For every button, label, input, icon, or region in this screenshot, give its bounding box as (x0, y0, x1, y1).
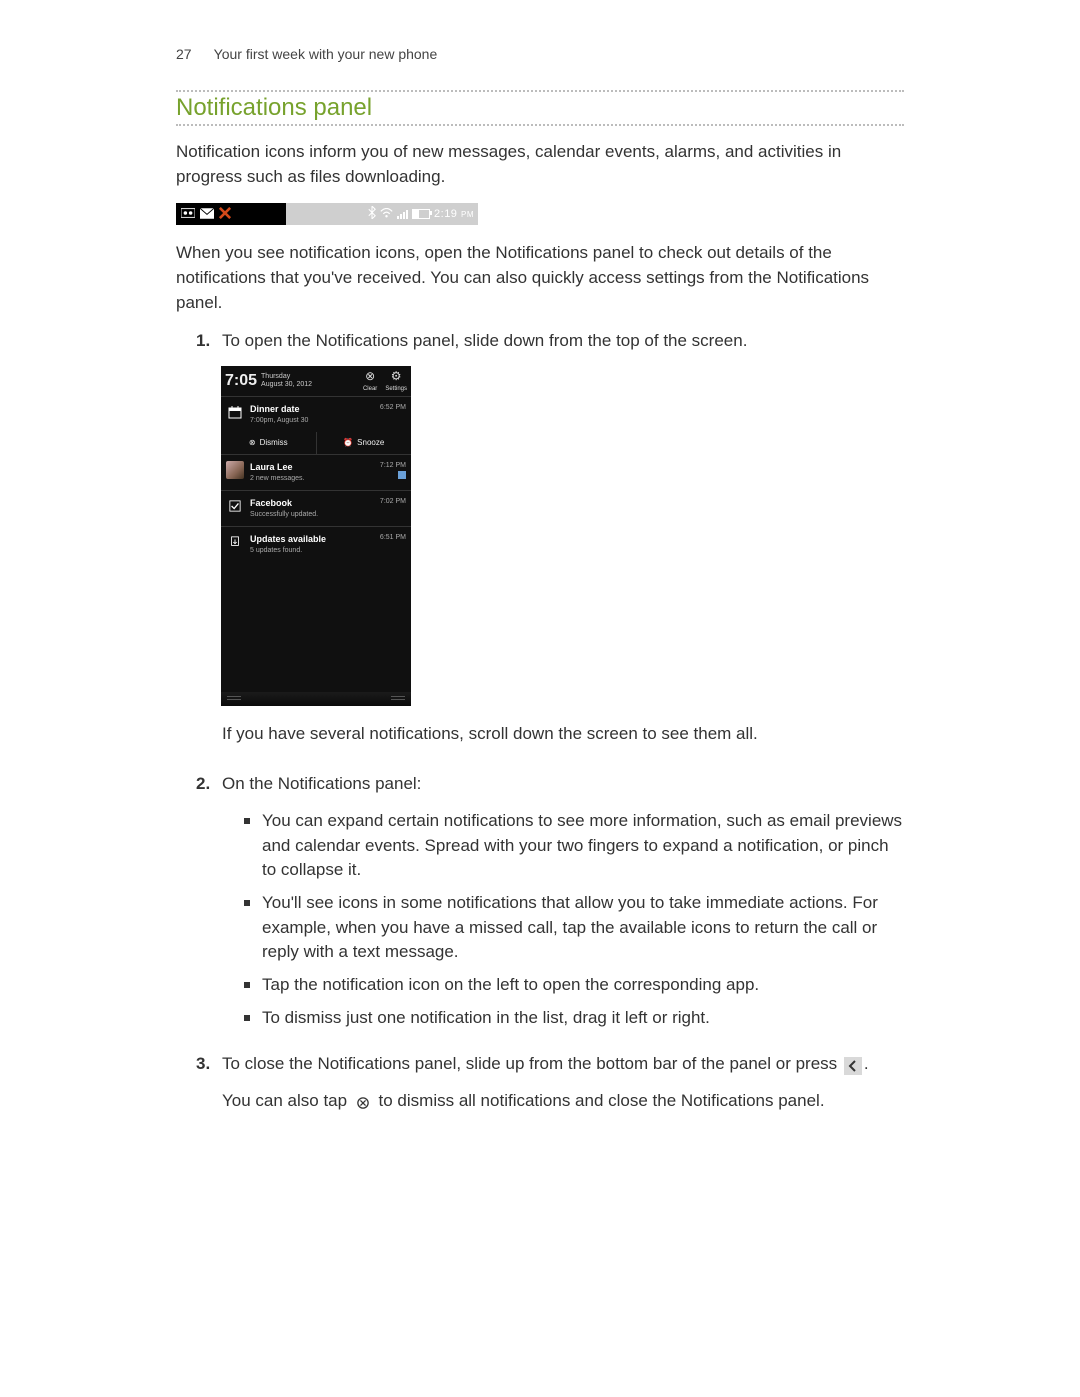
notif-panel-header: 7:05 ThursdayAugust 30, 2012 ⊗ Clear ⚙ S… (221, 366, 411, 396)
notification-time: 7:12 PM (380, 461, 406, 471)
statusbar-notification-area (176, 203, 286, 225)
clear-icon: ⊗ (363, 368, 377, 385)
notification-title: Laura Lee (250, 461, 304, 474)
panel-time: 7:05 (225, 369, 257, 392)
notification-title: Dinner date (250, 403, 308, 416)
notification-row[interactable]: Facebook Successfully updated. 7:02 PM (221, 491, 411, 526)
divider (176, 90, 904, 92)
intro-paragraph: Notification icons inform you of new mes… (176, 140, 904, 189)
notification-row[interactable]: Updates available 5 updates found. 6:51 … (221, 527, 411, 562)
missed-call-icon (219, 207, 231, 221)
avatar (226, 461, 244, 479)
step-3: To close the Notifications panel, slide … (196, 1052, 904, 1139)
step-1-after: If you have several notifications, scrol… (222, 722, 904, 747)
dismiss-button[interactable]: ⊗ Dismiss (221, 432, 316, 454)
bullet: You'll see icons in some notifications t… (244, 891, 904, 973)
voicemail-icon (181, 208, 195, 220)
chapter-title: Your first week with your new phone (214, 46, 438, 62)
step-2-text: On the Notifications panel: (222, 772, 904, 797)
bullet: You can expand certain notifications to … (244, 809, 904, 891)
statusbar-clock: 2:19 PM (434, 208, 474, 220)
back-icon (844, 1057, 862, 1075)
step-3-text: To close the Notifications panel, slide … (222, 1052, 904, 1077)
statusbar-figure: 2:19 PM (176, 203, 478, 225)
gear-icon: ⚙ (385, 368, 407, 385)
notification-time: 7:02 PM (380, 497, 406, 507)
bluetooth-icon (368, 206, 376, 222)
notification-subtitle: 5 updates found. (250, 546, 326, 556)
drag-handle[interactable] (221, 692, 411, 706)
bullet: Tap the notification icon on the left to… (244, 973, 904, 1006)
notification-title: Facebook (250, 497, 318, 510)
step-2: On the Notifications panel: You can expa… (196, 772, 904, 1052)
calendar-icon (226, 403, 244, 421)
notification-row[interactable]: Dinner date 7:00pm, August 30 6:52 PM (221, 397, 411, 432)
notification-subtitle: 7:00pm, August 30 (250, 416, 308, 426)
download-icon (226, 533, 244, 551)
notification-subtitle: 2 new messages. (250, 474, 304, 484)
statusbar-system-area: 2:19 PM (286, 203, 478, 225)
step-1: To open the Notifications panel, slide d… (196, 329, 904, 772)
notification-row[interactable]: Laura Lee 2 new messages. 7:12 PM (221, 455, 411, 490)
battery-icon (412, 209, 430, 219)
phone-screenshot: 7:05 ThursdayAugust 30, 2012 ⊗ Clear ⚙ S… (221, 366, 411, 706)
divider (176, 124, 904, 126)
mail-icon (200, 208, 214, 221)
alarm-icon: ⏰ (343, 437, 353, 449)
notification-actions: ⊗ Dismiss ⏰ Snooze (221, 432, 411, 454)
step-1-text: To open the Notifications panel, slide d… (222, 329, 904, 354)
steps-list: To open the Notifications panel, slide d… (176, 329, 904, 1139)
notification-subtitle: Successfully updated. (250, 510, 318, 520)
notification-title: Updates available (250, 533, 326, 546)
step-2-bullets: You can expand certain notifications to … (222, 809, 904, 1038)
page-header: 27 Your first week with your new phone (176, 46, 437, 62)
paragraph: When you see notification icons, open th… (176, 241, 904, 315)
page-number: 27 (176, 46, 210, 62)
dismiss-icon: ⊗ (249, 437, 256, 449)
wifi-icon (380, 208, 393, 221)
settings-button[interactable]: ⚙ Settings (385, 368, 407, 394)
panel-date: ThursdayAugust 30, 2012 (261, 373, 312, 388)
app-badge-icon (398, 471, 406, 479)
step-3-tail: You can also tap to dismiss all notifica… (222, 1089, 904, 1114)
notification-time: 6:51 PM (380, 533, 406, 543)
snooze-button[interactable]: ⏰ Snooze (317, 432, 412, 454)
notification-time: 6:52 PM (380, 403, 406, 413)
checkbox-icon (226, 497, 244, 515)
clear-all-icon (354, 1094, 372, 1112)
section-title: Notifications panel (176, 94, 904, 122)
signal-bars-icon (397, 210, 408, 219)
clear-button[interactable]: ⊗ Clear (363, 368, 377, 394)
bullet: To dismiss just one notification in the … (244, 1006, 904, 1039)
